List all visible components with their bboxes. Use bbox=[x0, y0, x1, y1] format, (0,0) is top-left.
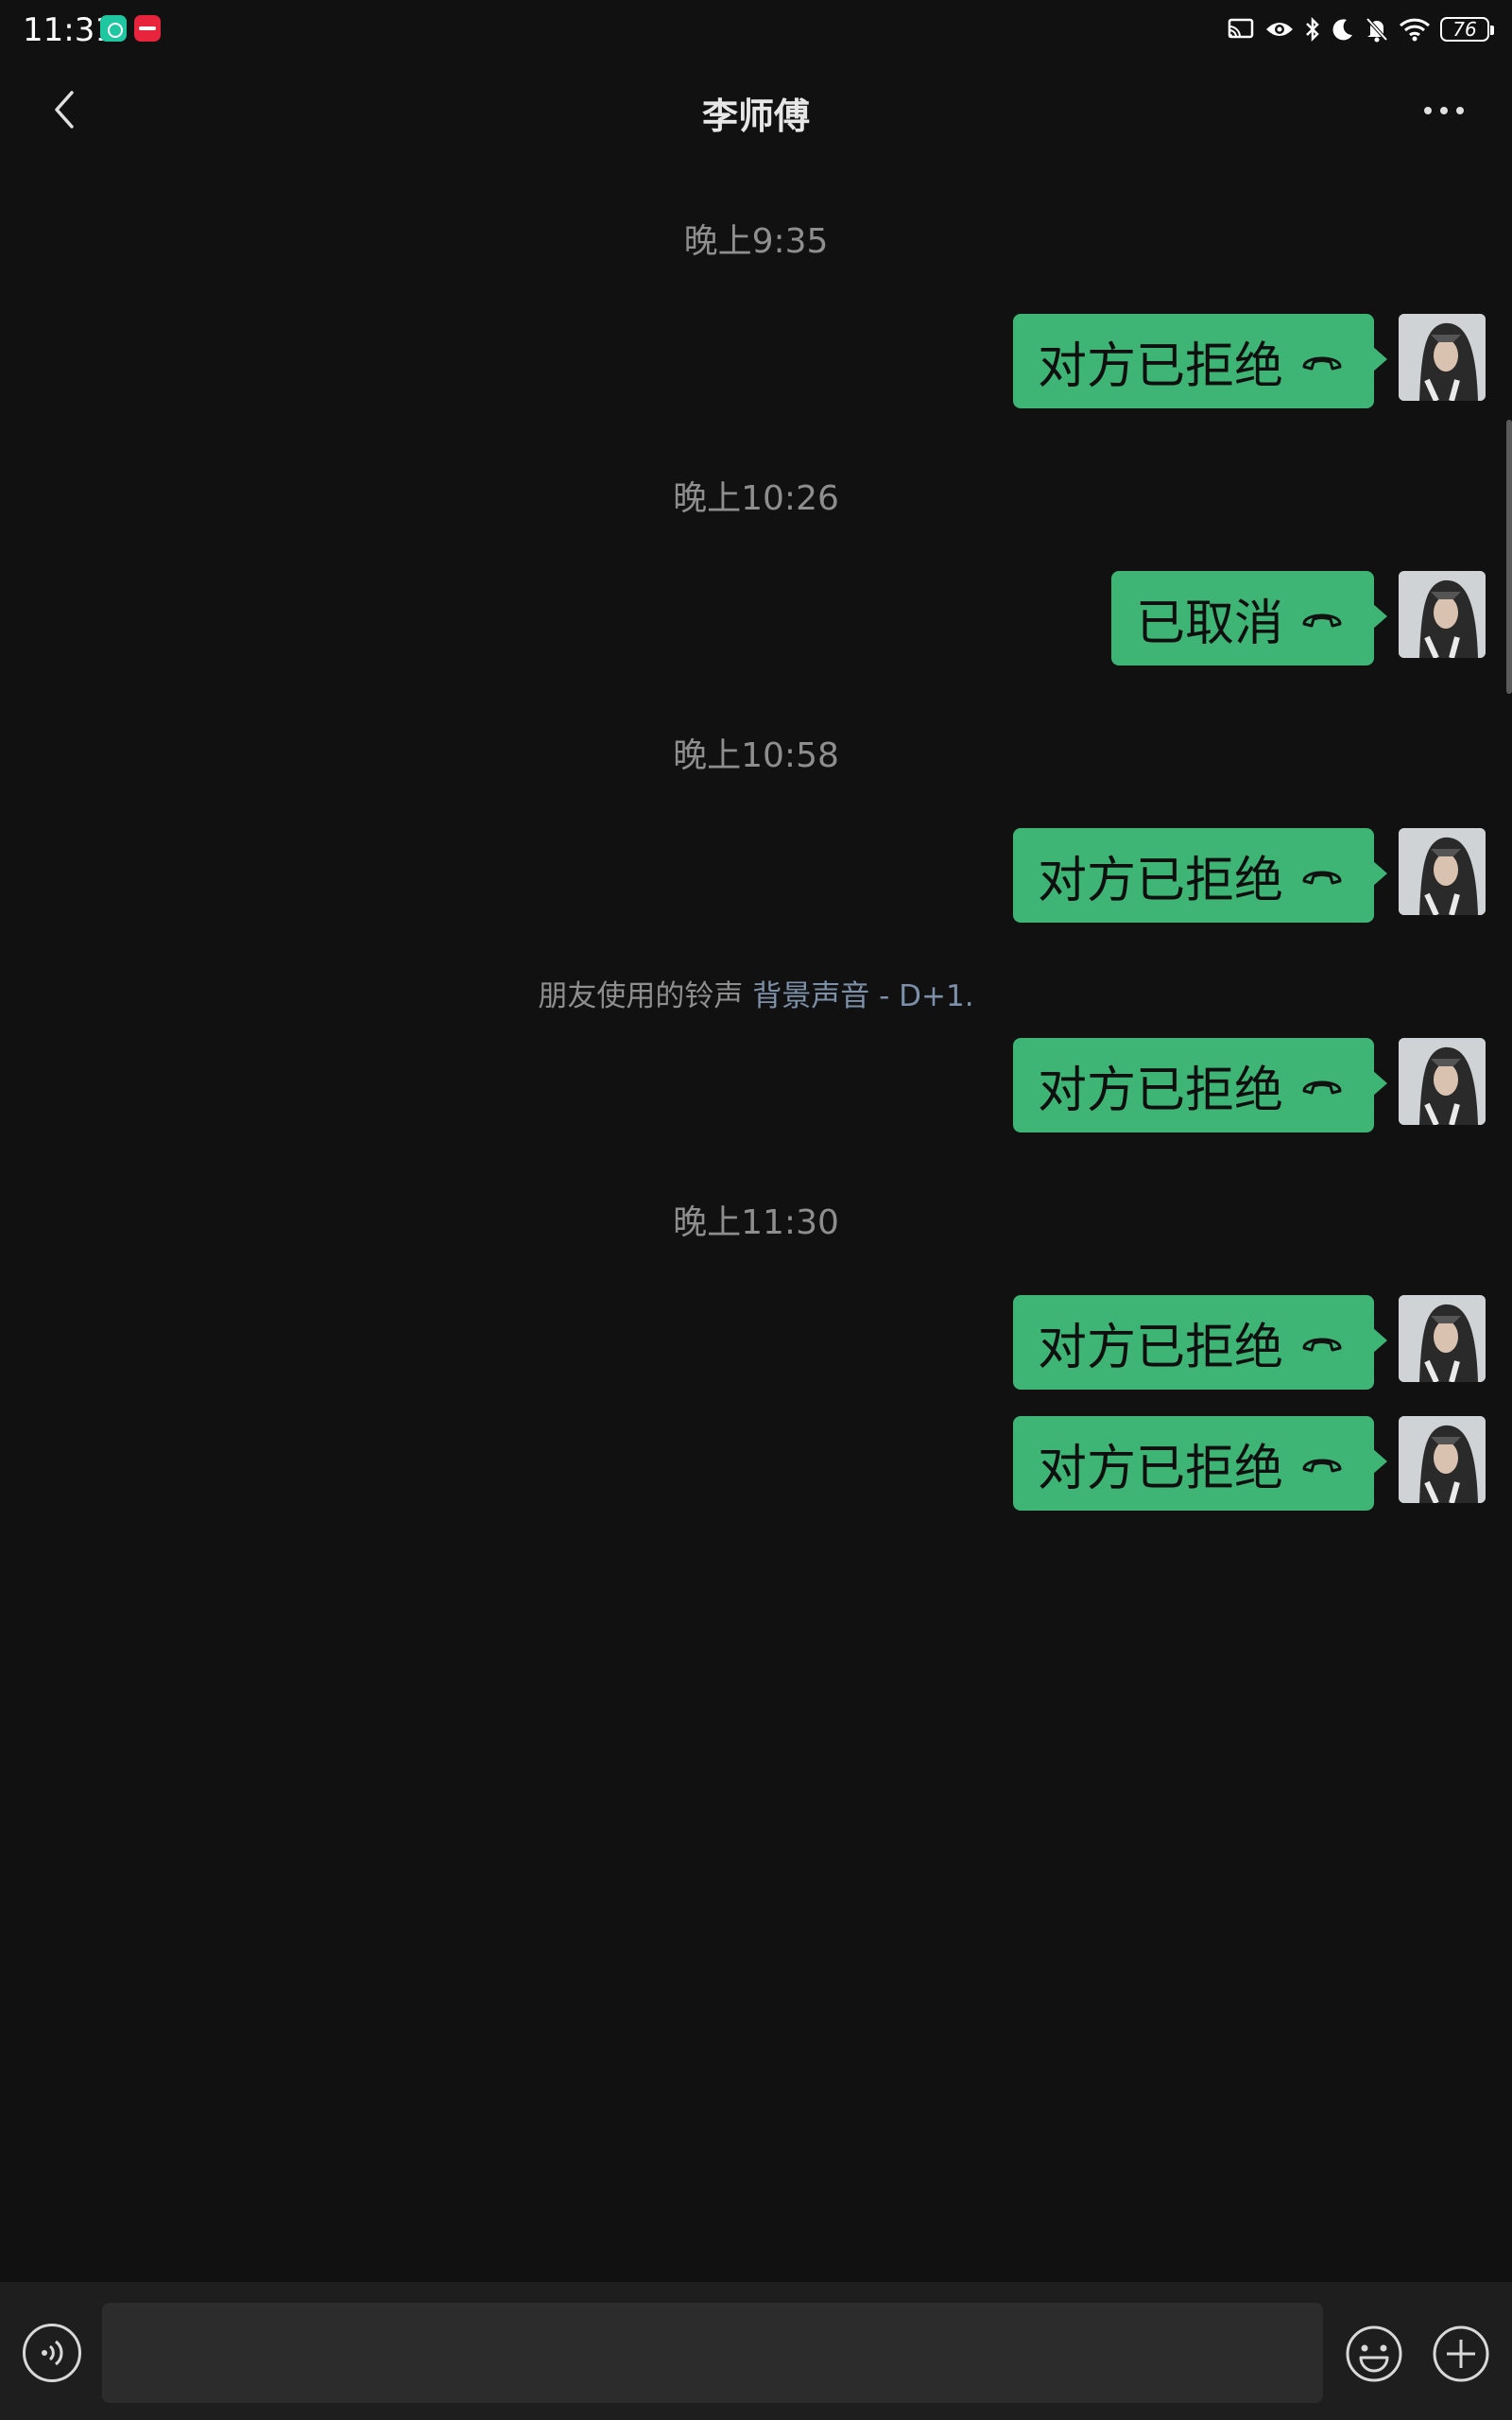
eye-icon bbox=[1266, 23, 1293, 36]
more-options-button[interactable] bbox=[1431, 2324, 1491, 2384]
battery-icon: 76 bbox=[1440, 17, 1494, 42]
avatar[interactable] bbox=[1399, 571, 1486, 658]
message-bubble[interactable]: 对方已拒绝 bbox=[1012, 828, 1388, 923]
message-input[interactable] bbox=[102, 2303, 1323, 2403]
hangup-icon bbox=[1300, 607, 1344, 630]
status-bar: 11:31 76 bbox=[0, 0, 1512, 60]
call-status-text: 对方已拒绝 bbox=[1037, 1319, 1283, 1376]
voice-button[interactable] bbox=[23, 2324, 81, 2382]
call-message[interactable]: 对方已拒绝 bbox=[1012, 828, 1486, 923]
call-status-text: 对方已拒绝 bbox=[1037, 1062, 1283, 1119]
ringtone-note-prefix: 朋友使用的铃声 bbox=[538, 979, 744, 1013]
call-message[interactable]: 对方已拒绝 bbox=[1012, 1416, 1486, 1511]
avatar[interactable] bbox=[1399, 1416, 1486, 1503]
more-dots-icon bbox=[1424, 107, 1464, 114]
input-bar bbox=[0, 2282, 1512, 2420]
call-message[interactable]: 对方已拒绝 bbox=[1012, 314, 1486, 408]
message-bubble[interactable]: 对方已拒绝 bbox=[1012, 1038, 1388, 1132]
voice-icon bbox=[42, 2340, 63, 2366]
app-notification-icon bbox=[100, 15, 127, 42]
avatar[interactable] bbox=[1399, 1038, 1486, 1125]
hangup-icon bbox=[1300, 1452, 1344, 1475]
message-bubble[interactable]: 对方已拒绝 bbox=[1012, 314, 1388, 408]
call-status-text: 对方已拒绝 bbox=[1037, 337, 1283, 395]
more-button[interactable] bbox=[1414, 85, 1474, 136]
call-message[interactable]: 已取消 bbox=[1110, 571, 1486, 666]
emoji-icon bbox=[1346, 2325, 1402, 2382]
call-status-text: 对方已拒绝 bbox=[1037, 1440, 1283, 1497]
bluetooth-icon bbox=[1306, 16, 1319, 43]
avatar[interactable] bbox=[1399, 1295, 1486, 1382]
hangup-icon bbox=[1300, 1074, 1344, 1097]
chat-screen: 11:31 76 李师傅 晚上9:35 对方已拒绝 晚上10:26 已取消 晚上… bbox=[0, 0, 1512, 2420]
wifi-icon bbox=[1399, 18, 1431, 42]
message-bubble[interactable]: 对方已拒绝 bbox=[1012, 1416, 1388, 1511]
call-status-text: 对方已拒绝 bbox=[1037, 852, 1283, 909]
timestamp: 晚上9:35 bbox=[683, 222, 829, 261]
chat-header: 李师傅 bbox=[0, 60, 1512, 164]
hangup-icon bbox=[1300, 864, 1344, 887]
app-notification-icon bbox=[134, 15, 161, 42]
timestamp: 晚上10:26 bbox=[673, 479, 839, 518]
hangup-icon bbox=[1300, 350, 1344, 372]
mute-bell-icon bbox=[1366, 17, 1388, 43]
cast-icon bbox=[1228, 18, 1254, 39]
message-bubble[interactable]: 已取消 bbox=[1110, 571, 1388, 666]
call-message[interactable]: 对方已拒绝 bbox=[1012, 1038, 1486, 1132]
timestamp: 晚上10:58 bbox=[673, 736, 839, 775]
call-status-text: 已取消 bbox=[1135, 595, 1283, 652]
emoji-button[interactable] bbox=[1344, 2324, 1404, 2384]
battery-level: 76 bbox=[1452, 18, 1477, 41]
avatar[interactable] bbox=[1399, 314, 1486, 401]
avatar[interactable] bbox=[1399, 828, 1486, 915]
ringtone-note: 朋友使用的铃声 背景声音 - D+1. bbox=[0, 972, 1512, 1014]
ringtone-link[interactable]: 背景声音 - D+1. bbox=[752, 979, 973, 1013]
timestamp: 晚上11:30 bbox=[673, 1203, 839, 1242]
call-message[interactable]: 对方已拒绝 bbox=[1012, 1295, 1486, 1390]
message-bubble[interactable]: 对方已拒绝 bbox=[1012, 1295, 1388, 1390]
chat-title: 李师傅 bbox=[701, 95, 810, 137]
scrollbar[interactable] bbox=[1506, 420, 1512, 694]
plus-circle-icon bbox=[1433, 2325, 1489, 2382]
message-list[interactable]: 晚上9:35 对方已拒绝 晚上10:26 已取消 晚上10:58 对方已拒绝 朋… bbox=[0, 164, 1512, 2282]
moon-icon bbox=[1332, 19, 1352, 41]
hangup-icon bbox=[1300, 1331, 1344, 1354]
status-icons: 76 bbox=[1227, 13, 1494, 45]
